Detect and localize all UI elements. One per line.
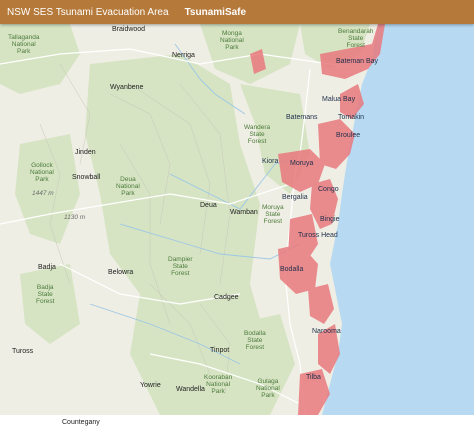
park-label: Deua National Park bbox=[116, 176, 140, 197]
town-label: Tuross bbox=[12, 348, 34, 355]
town-label: Badja bbox=[38, 264, 56, 271]
town-label: Bateman Bay bbox=[336, 58, 379, 65]
elevation-label: 1130 m bbox=[64, 214, 86, 221]
town-label: Jinden bbox=[75, 149, 96, 156]
app-subtitle[interactable]: TsunamiSafe bbox=[185, 7, 247, 18]
town-label: Tomakin bbox=[338, 114, 365, 121]
park-label: Kooraban National Park bbox=[204, 374, 233, 395]
town-label: Bergalia bbox=[282, 194, 308, 201]
town-label: Braidwood bbox=[112, 26, 146, 33]
town-label: Bodalla bbox=[280, 266, 304, 273]
park-label: Monga National Park bbox=[220, 30, 244, 51]
town-label: Narooma bbox=[312, 328, 341, 335]
park-label: Benandarah State Forest bbox=[338, 28, 374, 49]
town-label: Tuross Head bbox=[298, 232, 338, 239]
town-label: Kiora bbox=[262, 158, 279, 165]
park-label: Gulaga National Park bbox=[256, 378, 280, 399]
town-label: Tinpot bbox=[210, 347, 230, 354]
town-label: Countegany bbox=[62, 419, 100, 426]
app-title: NSW SES Tsunami Evacuation Area bbox=[7, 6, 169, 18]
app-header: NSW SES Tsunami Evacuation Area TsunamiS… bbox=[0, 0, 474, 24]
town-label: Moruya bbox=[290, 160, 314, 167]
park-label: Moruya State Forest bbox=[262, 204, 284, 225]
town-label: Wyanbene bbox=[110, 84, 144, 91]
town-label: Cadgee bbox=[214, 294, 239, 301]
town-label: Wamban bbox=[230, 209, 258, 216]
town-label: Belowra bbox=[108, 269, 134, 276]
town-label: Snowball bbox=[72, 174, 101, 181]
town-label: Broulee bbox=[336, 132, 361, 139]
town-label: Deua bbox=[200, 202, 217, 209]
elevation-label: 1447 m bbox=[32, 190, 54, 197]
park-label: Tallaganda National Park bbox=[8, 34, 40, 55]
town-label: Batemans bbox=[286, 114, 318, 121]
town-label: Congo bbox=[318, 186, 339, 193]
town-label: Yowrie bbox=[140, 382, 161, 389]
map-canvas[interactable]: Braidwood Nerriga Wyanbene Jinden Snowba… bbox=[0, 24, 474, 426]
town-label: Bingie bbox=[320, 216, 340, 223]
town-label: Malua Bay bbox=[322, 96, 356, 103]
park-label: Badja State Forest bbox=[36, 284, 55, 305]
park-label: Bodalla State Forest bbox=[244, 330, 266, 351]
park-label: Dampier State Forest bbox=[168, 256, 193, 277]
town-label: Nerriga bbox=[172, 52, 195, 59]
park-label: Gollock National Park bbox=[30, 162, 54, 183]
park-label: Wandera State Forest bbox=[244, 124, 271, 145]
town-label: Tilba bbox=[306, 374, 321, 381]
town-label: Wandella bbox=[176, 386, 205, 393]
